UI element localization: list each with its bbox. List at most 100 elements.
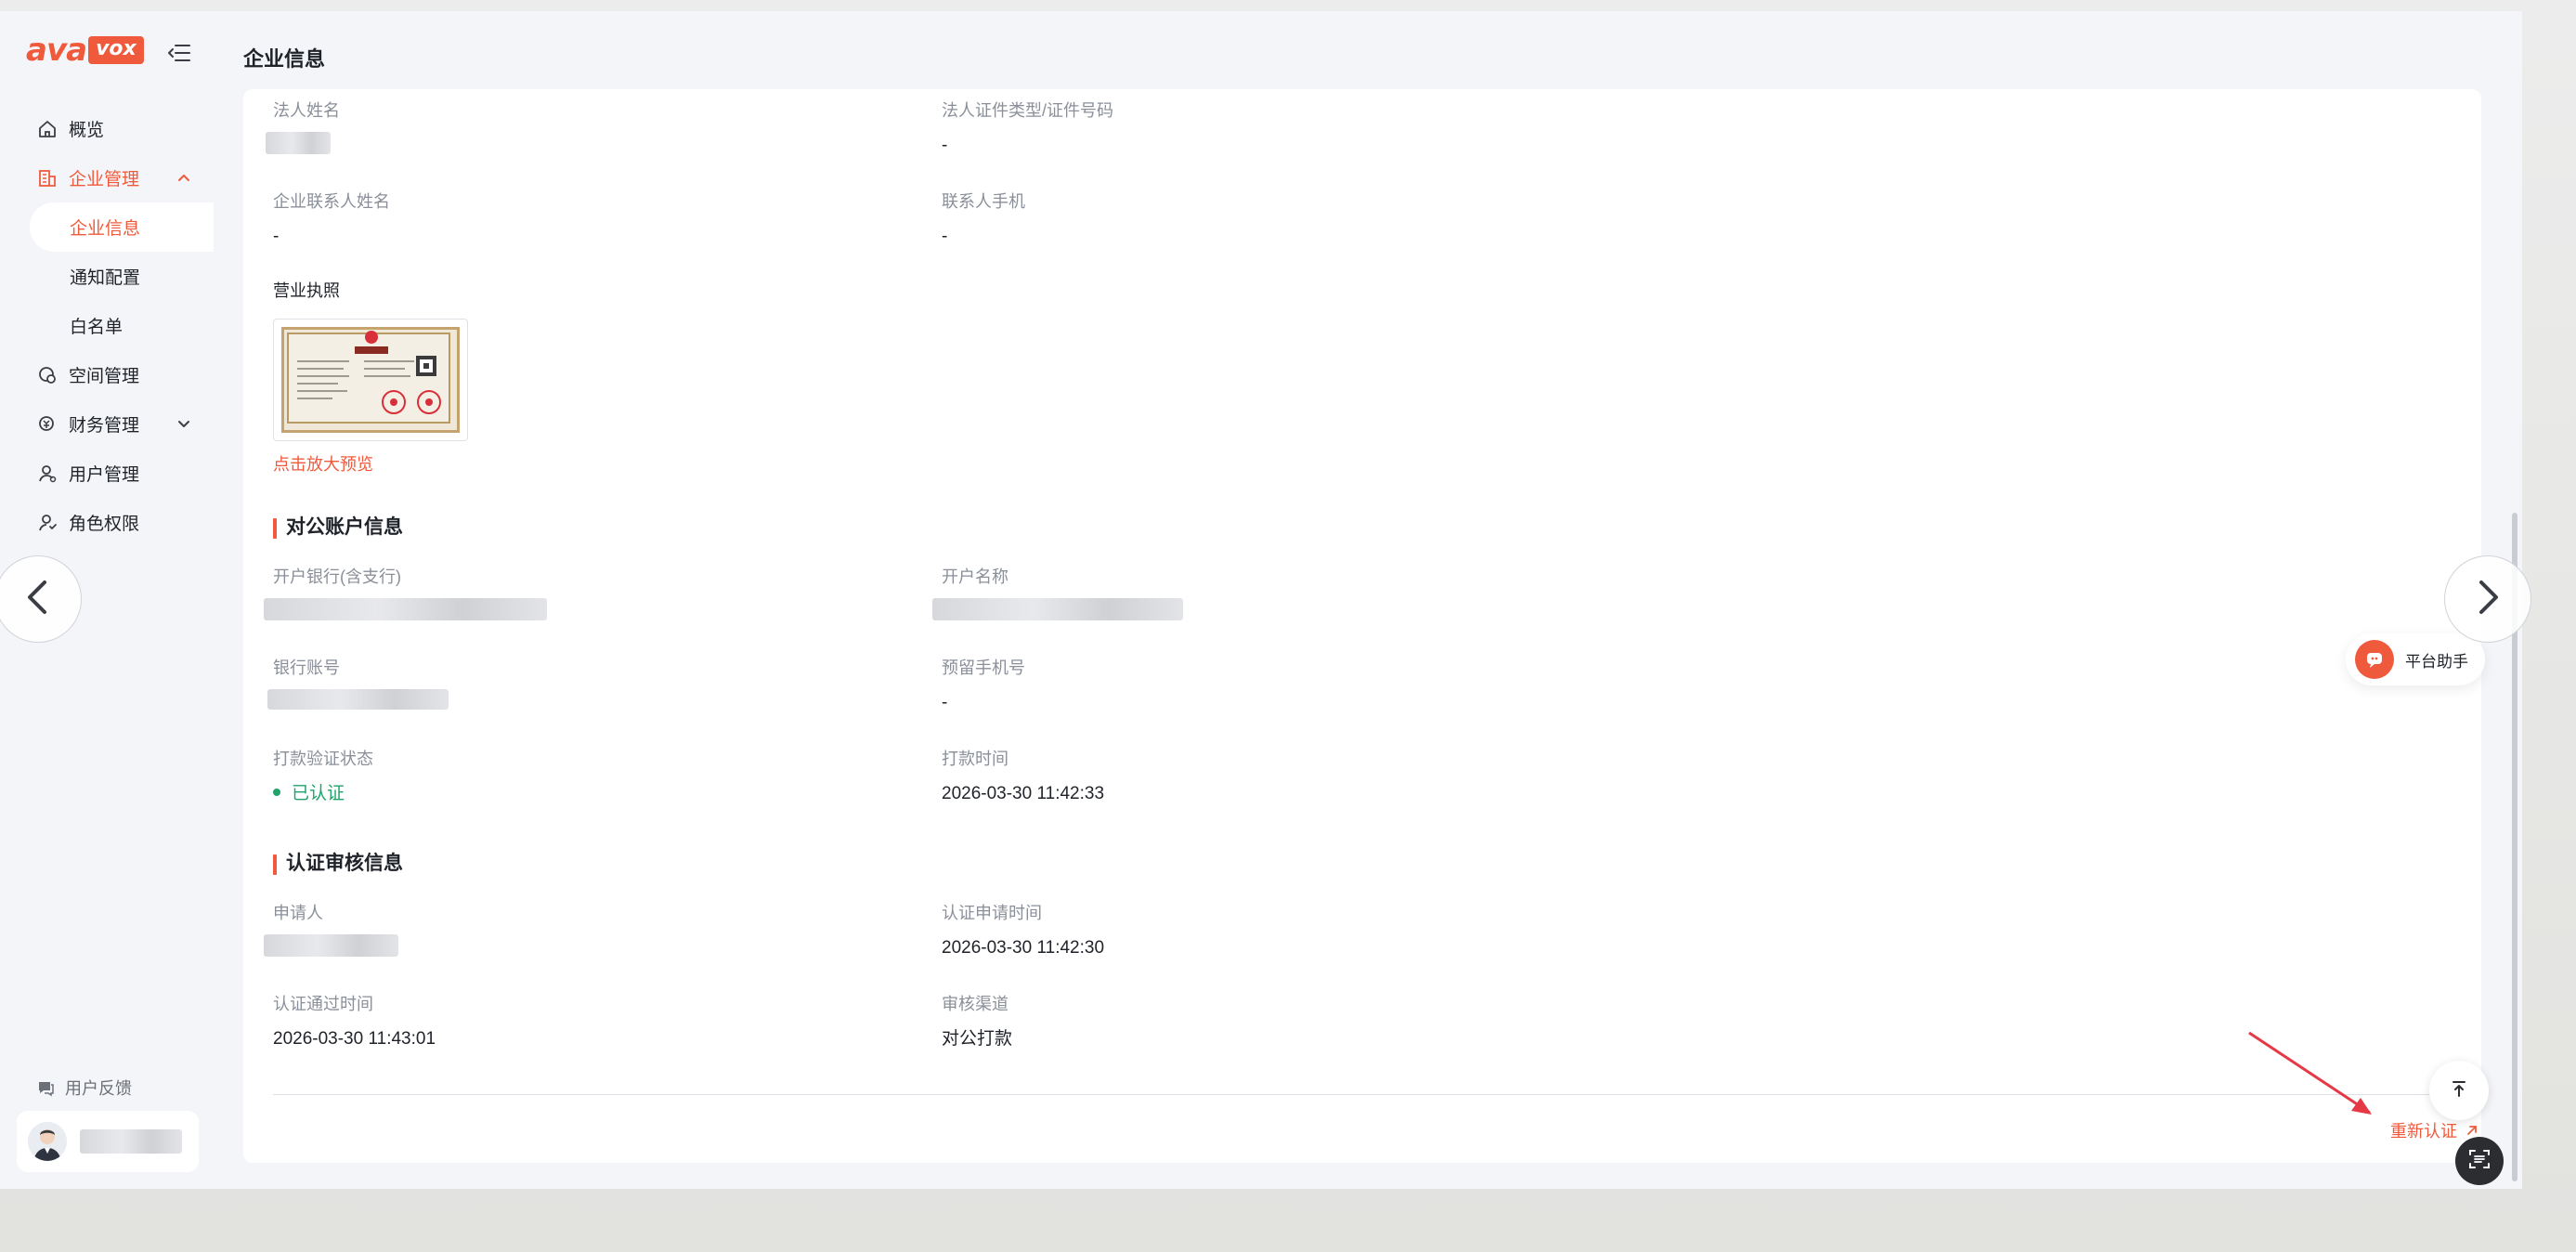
field-label: 银行账号 xyxy=(273,659,340,677)
field-value: 对公打款 xyxy=(942,1029,1013,1049)
account-number-field: 银行账号 xyxy=(267,658,449,710)
field-label: 审核渠道 xyxy=(942,995,1008,1013)
pay-time-field: 打款时间 2026-03-30 11:42:33 xyxy=(942,749,1104,804)
license-image xyxy=(281,327,460,433)
sidebar-nav: 概览 企业管理 企业信息 通知配置 白名单 空间管理 财务管理 用户管理 角色权… xyxy=(0,104,214,547)
user-icon xyxy=(37,463,58,484)
chevron-up-icon xyxy=(176,170,191,185)
recertify-button[interactable]: 重新认证 xyxy=(2390,1118,2479,1142)
status-text: 已认证 xyxy=(292,784,345,803)
sidebar-item-overview[interactable]: 概览 xyxy=(0,104,214,153)
business-license-thumbnail[interactable] xyxy=(273,319,468,441)
sidebar-item-label: 通知配置 xyxy=(70,268,141,288)
user-name-redacted xyxy=(80,1129,182,1154)
account-number-redacted xyxy=(267,689,449,710)
field-value: 2026-03-30 11:42:30 xyxy=(942,938,1105,958)
sidebar-item-roles[interactable]: 角色权限 xyxy=(0,498,214,547)
divider xyxy=(273,1094,2446,1095)
enterprise-info-card: 法人姓名 法人证件类型/证件号码 - 企业联系人姓名 - 联系人手机 - 营业执… xyxy=(243,89,2481,1163)
reserved-phone-field: 预留手机号 - xyxy=(942,658,1025,713)
legal-id-field: 法人证件类型/证件号码 - xyxy=(942,100,1113,156)
sidebar-subitem-notification[interactable]: 通知配置 xyxy=(0,252,214,301)
chevron-left-icon xyxy=(24,579,52,620)
apply-time-field: 认证申请时间 2026-03-30 11:42:30 xyxy=(942,903,1104,959)
contact-phone-field: 联系人手机 - xyxy=(942,191,1025,247)
field-label: 认证申请时间 xyxy=(942,904,1042,922)
chevron-down-icon xyxy=(176,416,191,431)
next-arrow-button[interactable] xyxy=(2444,555,2531,643)
field-label: 打款验证状态 xyxy=(273,750,373,768)
annotation-arrow xyxy=(2248,1031,2372,1115)
platform-assistant-button[interactable]: 平台助手 xyxy=(2346,633,2485,685)
sidebar-subitem-enterprise-info[interactable]: 企业信息 xyxy=(30,202,214,252)
logo-vox-text: vox xyxy=(88,36,144,64)
feedback-link[interactable]: 用户反馈 xyxy=(35,1076,132,1100)
field-label: 开户银行(含支行) xyxy=(273,567,401,586)
assistant-label: 平台助手 xyxy=(2405,652,2468,671)
scan-icon xyxy=(2467,1147,2491,1176)
sidebar-item-label: 角色权限 xyxy=(69,515,140,534)
chat-bubble-icon xyxy=(2355,640,2394,679)
sidebar-item-label: 企业管理 xyxy=(69,170,140,189)
sidebar-item-finance[interactable]: 财务管理 xyxy=(0,399,214,449)
sidebar-item-users[interactable]: 用户管理 xyxy=(0,449,214,498)
sidebar-item-label: 企业信息 xyxy=(70,219,141,239)
legal-name-redacted xyxy=(266,132,331,154)
role-icon xyxy=(37,513,58,533)
applicant-redacted xyxy=(264,934,398,957)
app-window: ava vox 概览 企业管理 企业信息 通知配置 白名单 空间管理 财务管理 … xyxy=(0,11,2522,1189)
recertify-label: 重新认证 xyxy=(2390,1122,2457,1141)
account-name-field: 开户名称 xyxy=(932,567,1183,620)
field-label: 法人姓名 xyxy=(273,101,340,120)
back-to-top-button[interactable] xyxy=(2429,1061,2489,1120)
bank-field: 开户银行(含支行) xyxy=(264,567,547,620)
field-value: - xyxy=(273,227,280,246)
applicant-field: 申请人 xyxy=(264,903,398,957)
sidebar-subitem-whitelist[interactable]: 白名单 xyxy=(0,301,214,350)
sidebar-item-space[interactable]: 空间管理 xyxy=(0,350,214,399)
status-dot xyxy=(273,788,280,796)
sidebar-item-label: 白名单 xyxy=(70,318,124,337)
field-label: 认证通过时间 xyxy=(273,995,373,1013)
section-title-account: 对公账户信息 xyxy=(273,516,403,539)
bank-value-redacted xyxy=(264,598,547,620)
sidebar-item-label: 用户管理 xyxy=(69,465,140,485)
channel-field: 审核渠道 对公打款 xyxy=(942,994,1012,1050)
pass-time-field: 认证通过时间 2026-03-30 11:43:01 xyxy=(273,994,436,1050)
avatar[interactable] xyxy=(28,1122,67,1161)
field-value: - xyxy=(942,227,948,246)
contact-name-field: 企业联系人姓名 - xyxy=(273,191,390,247)
feedback-label: 用户反馈 xyxy=(65,1079,132,1098)
sidebar-item-label: 空间管理 xyxy=(69,367,140,386)
logo[interactable]: ava vox xyxy=(26,32,144,69)
sidebar-item-label: 概览 xyxy=(69,121,105,140)
external-arrow-icon xyxy=(2465,1123,2479,1138)
account-name-redacted xyxy=(932,598,1183,620)
chevron-right-icon xyxy=(2474,579,2502,620)
logo-ava-text: ava xyxy=(26,32,87,69)
user-profile-card[interactable] xyxy=(17,1111,199,1172)
collapse-sidebar-icon[interactable] xyxy=(167,43,191,63)
field-label: 法人证件类型/证件号码 xyxy=(942,101,1113,120)
field-value: 2026-03-30 11:42:33 xyxy=(942,784,1105,803)
building-icon xyxy=(37,168,58,189)
legal-name-field: 法人姓名 xyxy=(266,100,340,154)
field-label: 预留手机号 xyxy=(942,659,1025,677)
preview-enlarge-link[interactable]: 点击放大预览 xyxy=(273,451,373,476)
verify-status-field: 打款验证状态 已认证 xyxy=(273,749,373,804)
sidebar-item-label: 财务管理 xyxy=(69,416,140,436)
field-label: 开户名称 xyxy=(942,567,1008,586)
field-value: - xyxy=(942,693,948,712)
field-label: 营业执照 xyxy=(273,281,340,300)
sidebar-item-enterprise[interactable]: 企业管理 xyxy=(0,153,214,202)
feedback-icon xyxy=(35,1077,56,1098)
finance-icon xyxy=(37,414,58,435)
main-content: 企业信息 法人姓名 法人证件类型/证件号码 - 企业联系人姓名 - 联系人手机 … xyxy=(214,11,2522,1189)
field-label: 联系人手机 xyxy=(942,192,1025,211)
field-label: 打款时间 xyxy=(942,750,1008,768)
scan-button[interactable] xyxy=(2455,1137,2504,1185)
field-label: 申请人 xyxy=(273,904,323,922)
page-title: 企业信息 xyxy=(243,47,326,71)
arrow-up-to-top-icon xyxy=(2448,1077,2470,1104)
field-label: 企业联系人姓名 xyxy=(273,192,390,211)
